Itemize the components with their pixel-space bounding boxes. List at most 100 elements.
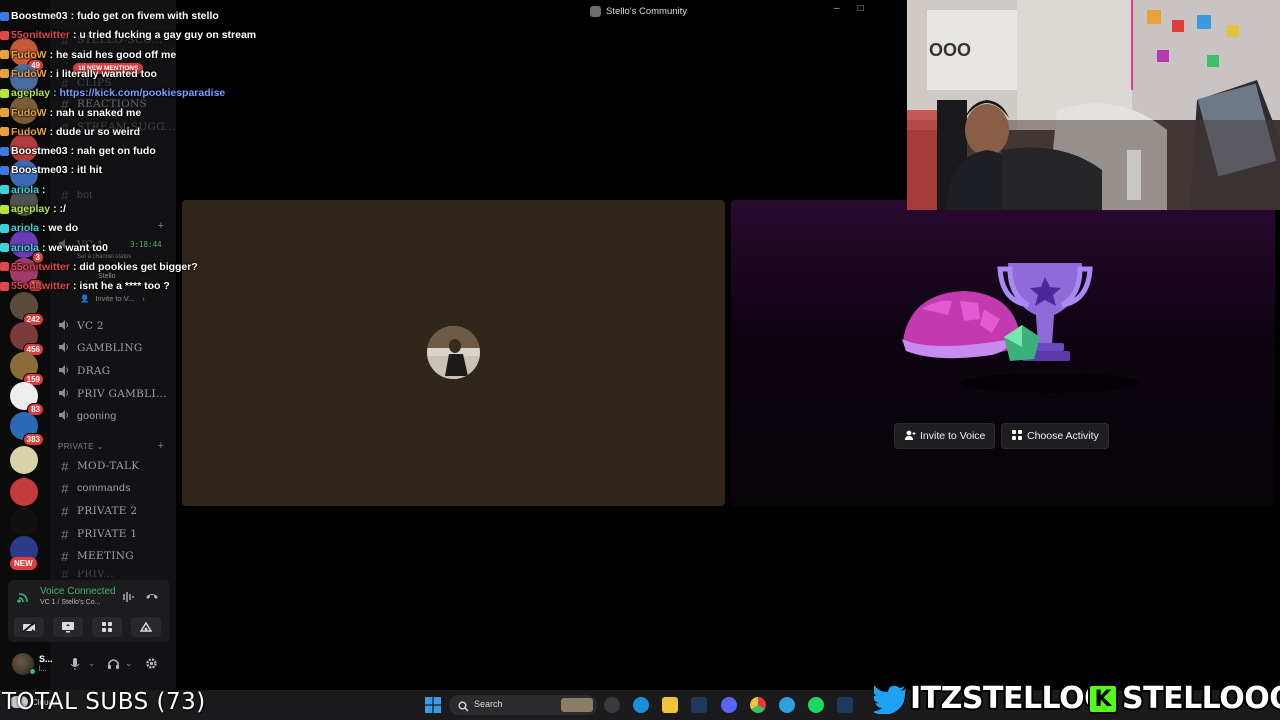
- screen-share-button[interactable]: [53, 617, 83, 637]
- chevron-right-icon: ›: [142, 294, 145, 303]
- camera-off-icon: [22, 621, 36, 633]
- social-handles: ITZSTELLOO K STELLOOO: [869, 679, 1280, 718]
- soundboard-button[interactable]: [131, 617, 161, 637]
- chevron-down-icon: ⌄: [96, 442, 104, 451]
- minimize-icon[interactable]: –: [834, 3, 840, 14]
- chat-username: Boostme03: [11, 10, 68, 22]
- voice-channel-vc2[interactable]: VC 2: [58, 317, 104, 335]
- category-private[interactable]: PRIVATE ⌄: [58, 442, 104, 451]
- add-user-icon: 👤: [80, 294, 90, 303]
- voice-connected-subtitle[interactable]: VC 1 / Stello's Co...: [40, 599, 100, 606]
- chat-username: Boostme03: [11, 145, 68, 158]
- username[interactable]: S...: [39, 654, 53, 664]
- file-explorer-icon[interactable]: [662, 697, 678, 713]
- voice-connected-panel: Voice Connected VC 1 / Stello's Co...: [8, 580, 170, 642]
- activities-button[interactable]: [92, 617, 122, 637]
- chrome-icon[interactable]: [750, 697, 766, 713]
- headphones-icon[interactable]: [107, 657, 120, 675]
- vc1-timer: 3:18:44: [130, 240, 162, 249]
- server-icon[interactable]: 159: [10, 352, 44, 386]
- window-titlebar: Stello's Community: [590, 4, 687, 18]
- telegram-icon[interactable]: [779, 697, 795, 713]
- trophy-turtle-shell-illustration: [900, 255, 1140, 400]
- participant-avatar[interactable]: [427, 326, 480, 379]
- hash-icon: #: [61, 503, 69, 519]
- chat-text: : nah u snaked me: [49, 106, 142, 119]
- camera-off-button[interactable]: [14, 617, 44, 637]
- channel-commands[interactable]: # commands: [58, 479, 131, 497]
- discord-icon[interactable]: [721, 697, 737, 713]
- noise-suppression-icon[interactable]: [120, 590, 134, 608]
- voice-channel-drag[interactable]: DRAG: [58, 362, 111, 380]
- server-icon[interactable]: [10, 508, 38, 536]
- chat-username: 55onitwitter: [11, 29, 70, 42]
- signal-icon[interactable]: [17, 590, 31, 609]
- chat-text: : he said hes good off me: [49, 48, 177, 61]
- chat-username: ariola: [11, 241, 40, 254]
- webcam-feed: OOO: [907, 0, 1280, 210]
- microphone-icon[interactable]: [70, 657, 80, 676]
- voice-channel-gooning[interactable]: gooning: [58, 407, 116, 425]
- server-icon[interactable]: 383: [10, 412, 44, 446]
- search-highlight-icon: [561, 698, 593, 712]
- chat-text: :: [42, 183, 46, 196]
- spotify-icon[interactable]: [808, 697, 824, 713]
- chat-message: ariola:: [0, 181, 46, 199]
- voice-channel-gambling[interactable]: GAMBLING: [58, 339, 143, 357]
- speaker-icon: [58, 409, 72, 424]
- chat-text: : i literally wanted too: [49, 67, 157, 80]
- total-subs-counter: TOTAL SUBS (73): [2, 689, 206, 715]
- server-icon[interactable]: 456: [10, 322, 44, 356]
- hash-icon: #: [61, 480, 69, 496]
- speaker-icon: [58, 364, 72, 379]
- channel-mod-talk[interactable]: # MOD-TALK: [58, 457, 139, 475]
- channel-private-1[interactable]: # PRIVATE 1: [58, 525, 137, 543]
- chat-text: : itl hit: [70, 164, 103, 177]
- steam-alt-icon[interactable]: [837, 697, 853, 713]
- server-icon: [590, 5, 601, 17]
- hash-icon: #: [61, 526, 69, 542]
- add-channel-plus-icon[interactable]: +: [158, 220, 164, 232]
- chat-message: ariola: we do: [0, 219, 78, 237]
- copilot-icon[interactable]: [604, 697, 620, 713]
- chat-message: ageplay: :/: [0, 200, 66, 218]
- maximize-icon[interactable]: □: [858, 3, 864, 14]
- chat-text[interactable]: : https://kick.com/pookiesparadise: [53, 87, 225, 99]
- svg-text:OOO: OOO: [929, 40, 971, 60]
- edge-icon[interactable]: [633, 697, 649, 713]
- gear-icon[interactable]: [145, 657, 158, 675]
- chat-text: : nah get on fudo: [70, 145, 156, 158]
- speaker-icon: [58, 341, 72, 356]
- chat-message: ageplay: https://kick.com/pookiesparadis…: [0, 84, 225, 102]
- disconnect-icon[interactable]: [145, 589, 159, 607]
- mic-options-chevron-icon[interactable]: ⌄: [88, 658, 96, 669]
- server-new-badge: NEW: [10, 557, 37, 570]
- chat-message: FudoW: dude ur so weird: [0, 123, 140, 141]
- channel-private-2[interactable]: # PRIVATE 2: [58, 502, 137, 520]
- add-private-channel-plus-icon[interactable]: +: [158, 440, 164, 452]
- server-icon[interactable]: [10, 446, 38, 474]
- chat-message: 55onitwitter: did pookies get bigger?: [0, 258, 198, 276]
- taskbar-search[interactable]: Search: [449, 695, 597, 715]
- chat-badge-icon: [0, 281, 9, 291]
- chat-message: Boostme03: itl hit: [0, 161, 102, 179]
- channel-priv[interactable]: # PRIV...: [58, 570, 114, 578]
- invite-to-voice-button[interactable]: Invite to Voice: [894, 423, 996, 449]
- steam-icon[interactable]: [691, 697, 707, 713]
- audio-options-chevron-icon[interactable]: ⌄: [125, 658, 133, 669]
- chat-badge-icon: [0, 50, 9, 60]
- server-icon[interactable]: 83: [10, 382, 44, 416]
- invite-to-voice-link[interactable]: 👤 Invite to V... ›: [80, 294, 145, 303]
- server-icon[interactable]: 242: [10, 292, 44, 326]
- voice-channel-priv-gambli[interactable]: PRIV GAMBLI...: [58, 385, 167, 403]
- chat-badge-icon: [0, 165, 9, 175]
- chat-message: FudoW: he said hes good off me: [0, 46, 176, 64]
- chat-text: : we do: [42, 222, 79, 235]
- server-icon[interactable]: [10, 478, 38, 506]
- voice-connected-title[interactable]: Voice Connected: [40, 586, 116, 597]
- choose-activity-button[interactable]: Choose Activity: [1001, 423, 1109, 449]
- speaker-icon: [58, 387, 72, 402]
- windows-start-icon[interactable]: [425, 697, 441, 718]
- channel-meeting[interactable]: # MEETING: [58, 547, 134, 565]
- chat-message: FudoW: nah u snaked me: [0, 104, 141, 122]
